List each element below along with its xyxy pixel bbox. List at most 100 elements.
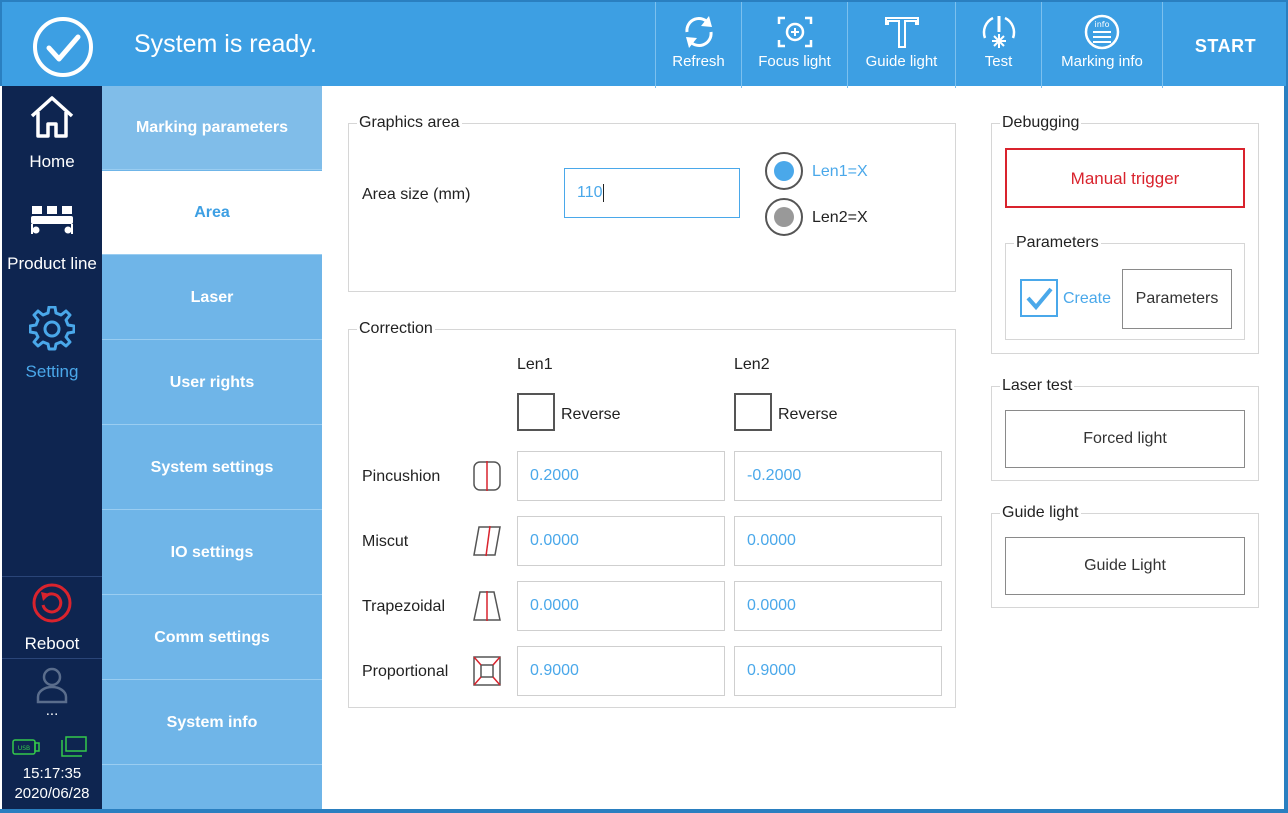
subnav-system-settings[interactable]: System settings — [102, 426, 322, 510]
forced-light-button[interactable]: Forced light — [1005, 410, 1245, 468]
proportional-icon — [473, 656, 501, 686]
nav-divider-2 — [2, 658, 102, 659]
subnav-system-info[interactable]: System info — [102, 681, 322, 765]
nav-home[interactable]: Home — [2, 94, 102, 172]
trapezoidal-len2-input[interactable]: 0.0000 — [734, 581, 942, 631]
marking-info-icon: info — [1084, 14, 1120, 50]
product-line-icon — [31, 206, 73, 234]
home-icon — [30, 96, 74, 138]
start-button[interactable]: START — [1162, 2, 1288, 88]
nav-product-line[interactable]: Product line — [2, 204, 102, 274]
graphics-area-group: Graphics area Area size (mm) 110 Len1=X … — [348, 114, 956, 292]
subnav-laser[interactable]: Laser — [102, 256, 322, 340]
len1-reverse-label: Reverse — [561, 406, 621, 423]
network-icon — [61, 736, 87, 757]
pincushion-len2-input[interactable]: -0.2000 — [734, 451, 942, 501]
parameters-title: Parameters — [1014, 234, 1101, 252]
guide-light-group: Guide light Guide Light — [991, 504, 1259, 608]
window-border-right — [1284, 86, 1288, 813]
user-icon — [36, 667, 68, 704]
marking-info-button[interactable]: info Marking info — [1041, 2, 1162, 88]
guide-light-title: Guide light — [1000, 504, 1081, 522]
checkmark-icon — [1026, 287, 1053, 311]
manual-trigger-button[interactable]: Manual trigger — [1005, 148, 1245, 208]
check-circle-icon — [33, 17, 93, 77]
graphics-area-title: Graphics area — [357, 114, 462, 132]
top-bar: System is ready. Refresh Focus light Gui… — [0, 0, 1288, 88]
guide-light-button[interactable]: Guide light — [847, 2, 955, 88]
miscut-icon — [473, 525, 501, 557]
nav-product-line-label: Product line — [7, 254, 97, 273]
left-nav: Home Product line Setting Reboot ... USB… — [2, 86, 102, 811]
settings-subnav: Marking parameters Area Laser User right… — [102, 86, 322, 811]
nav-home-label: Home — [29, 152, 75, 171]
guide-light-panel-button[interactable]: Guide Light — [1005, 537, 1245, 595]
focus-light-button[interactable]: Focus light — [741, 2, 847, 88]
subnav-area[interactable]: Area — [102, 171, 322, 255]
status-text: System is ready. — [134, 30, 317, 58]
subnav-comm-settings[interactable]: Comm settings — [102, 596, 322, 680]
correction-group: Correction Len1 Len2 Reverse Reverse Pin… — [348, 320, 956, 708]
laser-test-group: Laser test Forced light — [991, 377, 1259, 481]
trapezoidal-len1-input[interactable]: 0.0000 — [517, 581, 725, 631]
parameters-button[interactable]: Parameters — [1122, 269, 1232, 329]
len1-reverse-checkbox[interactable] — [517, 393, 555, 431]
reboot-icon — [32, 583, 72, 623]
radio-len1-dot — [774, 161, 794, 181]
subnav-io-settings[interactable]: IO settings — [102, 511, 322, 595]
trapezoidal-icon — [473, 591, 501, 621]
focus-light-label: Focus light — [758, 53, 831, 70]
radio-len1-x[interactable] — [765, 152, 803, 190]
refresh-icon — [684, 16, 713, 48]
nav-reboot-label: Reboot — [24, 634, 80, 653]
usb-icon: USB — [12, 739, 40, 755]
nav-user-label: ... — [45, 702, 59, 719]
proportional-len2-input[interactable]: 0.9000 — [734, 646, 942, 696]
refresh-button[interactable]: Refresh — [655, 2, 741, 88]
nav-reboot[interactable]: Reboot — [2, 582, 102, 654]
gear-icon — [29, 306, 75, 351]
radio-len2-dot — [774, 207, 794, 227]
len1-column-header: Len1 — [517, 356, 553, 373]
correction-title: Correction — [357, 320, 435, 338]
area-size-label: Area size (mm) — [362, 186, 471, 203]
nav-user[interactable]: ... — [2, 666, 102, 719]
area-size-input[interactable]: 110 — [564, 168, 740, 218]
len2-reverse-label: Reverse — [778, 406, 838, 423]
miscut-len2-input[interactable]: 0.0000 — [734, 516, 942, 566]
area-size-value: 110 — [577, 184, 603, 201]
subnav-marking-parameters[interactable]: Marking parameters — [102, 86, 322, 170]
parameters-group: Parameters Create Parameters — [1005, 234, 1245, 340]
pincushion-label: Pincushion — [362, 468, 441, 485]
debugging-group: Debugging Manual trigger Parameters Crea… — [991, 114, 1259, 354]
nav-setting-label: Setting — [25, 362, 79, 381]
subnav-user-rights[interactable]: User rights — [102, 341, 322, 425]
svg-text:USB: USB — [18, 745, 30, 752]
marking-info-label: Marking info — [1061, 53, 1143, 70]
nav-divider — [2, 576, 102, 577]
text-caret — [602, 183, 604, 202]
focus-light-icon — [777, 16, 812, 48]
test-button[interactable]: Test — [955, 2, 1041, 88]
svg-text:info: info — [1094, 20, 1109, 29]
window-border-bottom — [0, 809, 1288, 813]
pincushion-icon — [473, 461, 501, 491]
laser-test-title: Laser test — [1000, 377, 1075, 395]
pincushion-len1-input[interactable]: 0.2000 — [517, 451, 725, 501]
radio-len2-label: Len2=X — [812, 209, 868, 226]
debugging-title: Debugging — [1000, 114, 1082, 132]
create-checkbox[interactable] — [1020, 279, 1058, 317]
test-icon — [982, 16, 1015, 48]
clock-time: 15:17:35 — [22, 765, 82, 782]
guide-light-icon — [884, 17, 919, 48]
nav-setting[interactable]: Setting — [2, 306, 102, 382]
miscut-len1-input[interactable]: 0.0000 — [517, 516, 725, 566]
len2-column-header: Len2 — [734, 356, 770, 373]
trapezoidal-label: Trapezoidal — [362, 598, 446, 615]
len2-reverse-checkbox[interactable] — [734, 393, 772, 431]
refresh-label: Refresh — [672, 53, 725, 70]
proportional-label: Proportional — [362, 663, 449, 680]
radio-len2-x[interactable] — [765, 198, 803, 236]
clock: 15:17:35 2020/06/28 — [2, 764, 102, 804]
proportional-len1-input[interactable]: 0.9000 — [517, 646, 725, 696]
